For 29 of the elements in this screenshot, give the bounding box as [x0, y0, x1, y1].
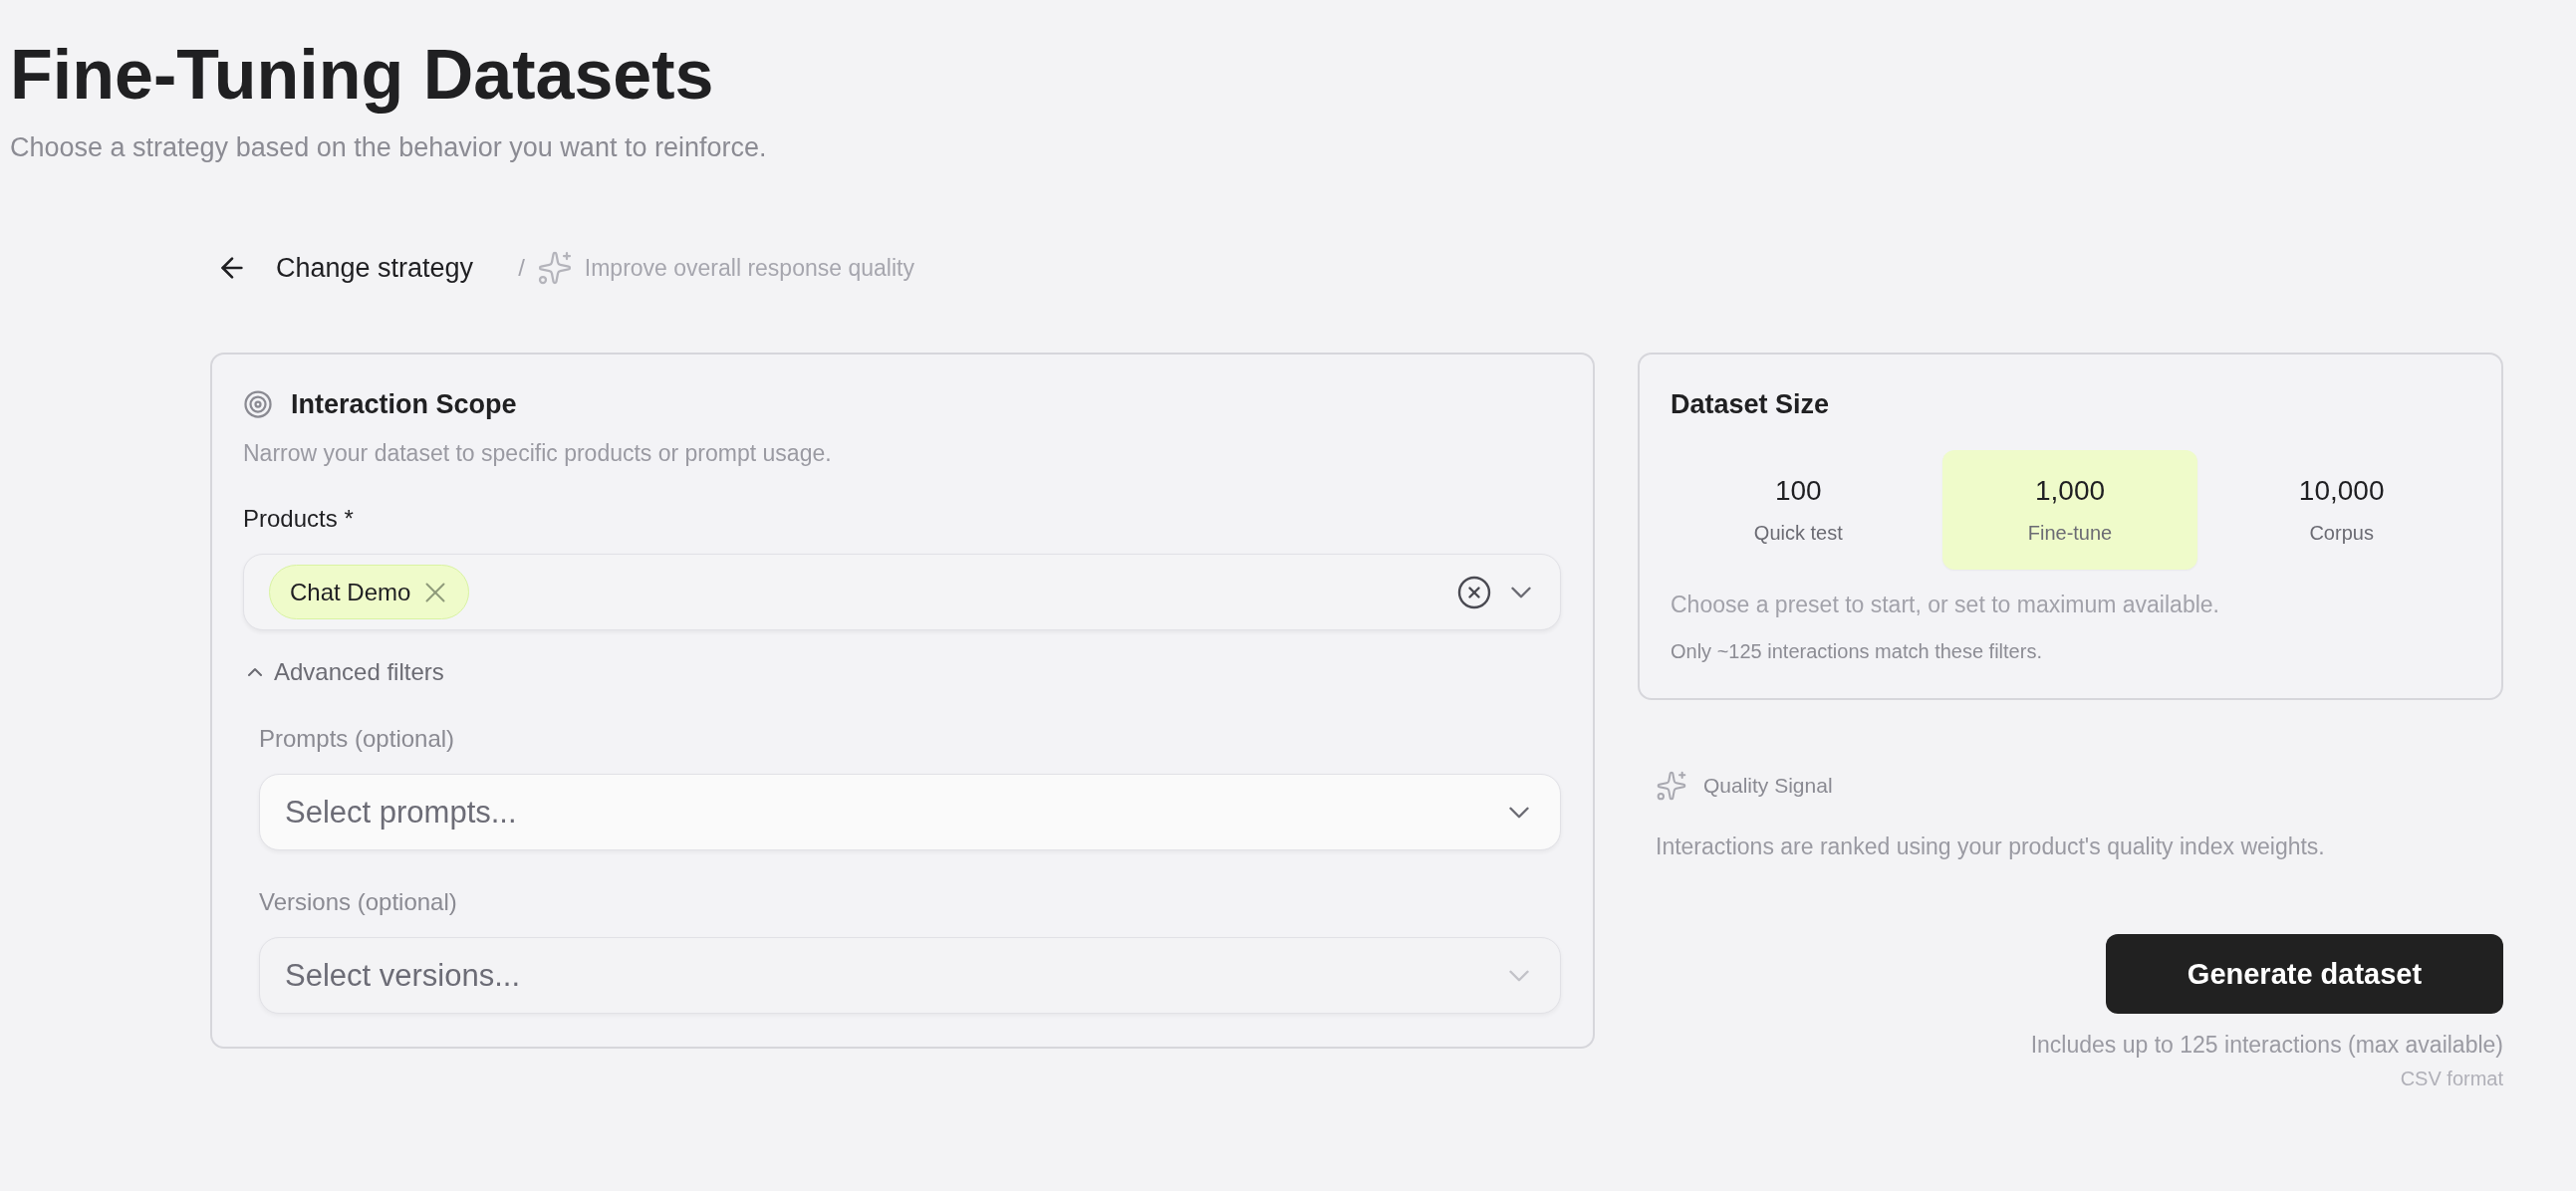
card-description: Narrow your dataset to specific products or prompt usage.: [243, 439, 832, 468]
back-button[interactable]: Change strategy: [210, 248, 474, 288]
product-select[interactable]: Chat Demo: [243, 554, 1561, 630]
breadcrumb-current: Improve overall response quality: [584, 254, 914, 283]
generate-button[interactable]: Generate dataset: [2106, 934, 2503, 1014]
match-note: Only ~125 interactions match these filters.: [1671, 639, 2042, 664]
select-field[interactable]: Select prompts...: [259, 774, 1561, 850]
size-hint: Choose a preset to start, or set to maximum available.: [1671, 591, 2219, 619]
section-description: Interactions are ranked using your product's quality index weights.: [1656, 833, 2325, 861]
page-subtitle: Choose a strategy based on the behavior you want to reinforce.: [10, 131, 767, 164]
advanced-filters-toggle[interactable]: Advanced filters: [243, 657, 444, 687]
field-label: Versions (optional): [259, 887, 457, 917]
target-icon: [243, 389, 273, 419]
sparkles-icon: [536, 250, 573, 286]
field-label: Prompts (optional): [259, 724, 455, 754]
sparkles-icon: [1656, 770, 1687, 802]
size-option[interactable]: 100 Quick test: [1671, 450, 1927, 570]
format-note: CSV format: [2400, 1067, 2503, 1091]
field-label: Products *: [243, 504, 354, 534]
size-option[interactable]: 1,000 Fine-tune: [1941, 450, 2198, 570]
card-title: Interaction Scope: [291, 388, 517, 421]
breadcrumb-separator: /: [518, 253, 525, 283]
page-title: Fine-Tuning Datasets: [10, 37, 714, 114]
size-option[interactable]: 10,000 Corpus: [2213, 450, 2469, 570]
limit-note: Includes up to 125 interactions (max available): [2030, 1031, 2503, 1060]
clear-icon[interactable]: [1456, 574, 1492, 610]
section-label: Quality Signal: [1703, 773, 1833, 799]
card-title: Dataset Size: [1671, 388, 1830, 421]
chip-label: Chat Demo: [290, 577, 411, 607]
